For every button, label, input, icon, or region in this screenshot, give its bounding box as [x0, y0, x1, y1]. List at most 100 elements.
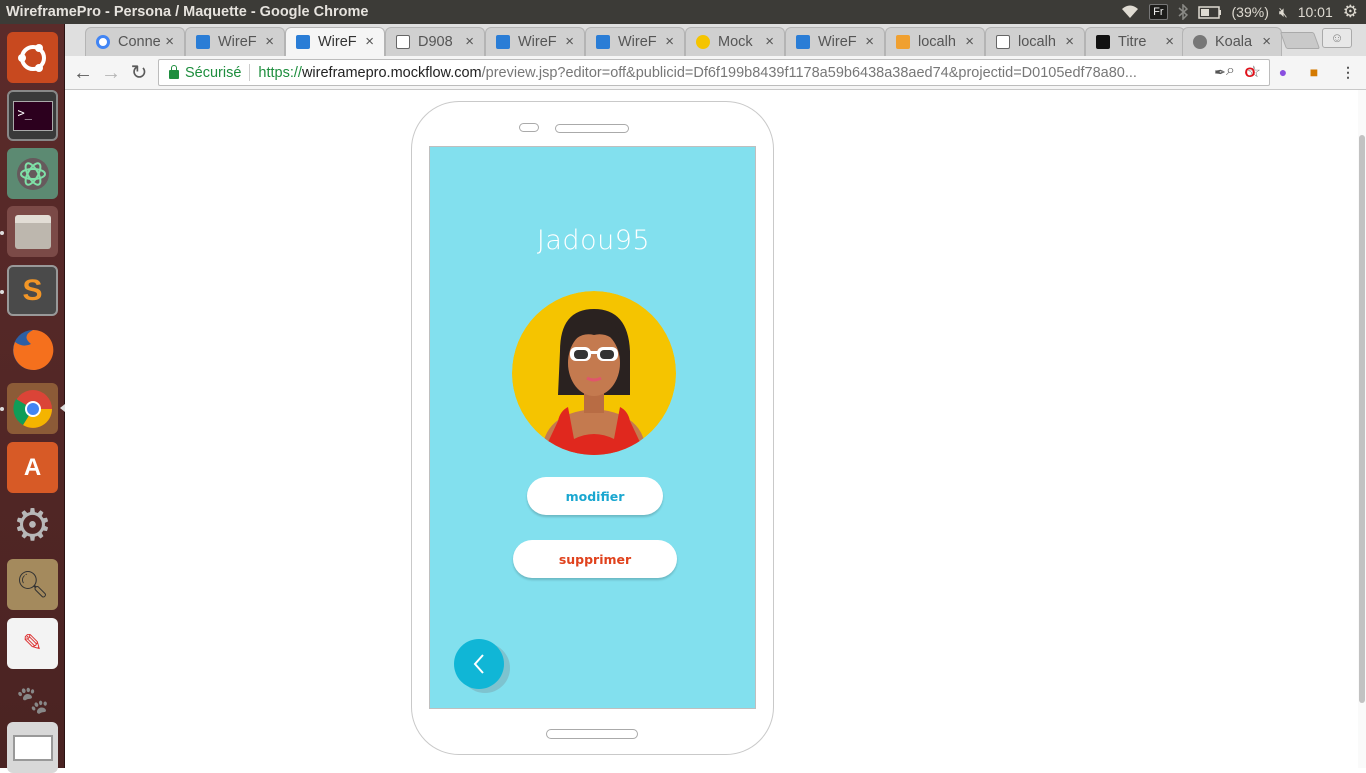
close-icon[interactable]: × [365, 33, 374, 50]
divider [249, 64, 251, 81]
tab-label: Titre [1118, 34, 1147, 50]
phone-home-button [546, 729, 638, 739]
extension-icon[interactable]: ● [1274, 63, 1292, 81]
tab-8[interactable]: localh × [885, 27, 985, 56]
tab-label: D908 [418, 34, 453, 50]
close-icon[interactable]: × [665, 33, 674, 50]
phone-screen: Jadou95 modifier supprimer [429, 146, 756, 709]
url-host: wireframepro.mockflow.com [301, 64, 482, 81]
scrollbar[interactable] [1358, 90, 1366, 768]
screenshot-icon[interactable] [7, 722, 58, 773]
close-icon[interactable]: × [765, 33, 774, 50]
image-viewer-icon[interactable]: 🔍︎ [7, 559, 58, 610]
address-bar[interactable]: Sécurisé https:// wireframepro.mockflow.… [158, 59, 1270, 86]
battery-icon[interactable] [1197, 5, 1222, 19]
top-panel: WireframePro - Persona / Maquette - Goog… [0, 0, 1366, 24]
system-settings-icon[interactable]: ⚙ [7, 500, 58, 551]
close-icon[interactable]: × [1262, 33, 1271, 50]
close-icon[interactable]: × [465, 33, 474, 50]
tab-1[interactable]: WireF × [185, 27, 285, 56]
running-indicator [0, 231, 4, 235]
volume-muted-icon[interactable]: 🔇︎ [1279, 4, 1288, 21]
url-scheme: https:// [258, 64, 302, 81]
forward-arrow-icon[interactable]: → [99, 61, 123, 85]
tab-label: Conne [118, 34, 161, 50]
tab-label: localh [1018, 34, 1056, 50]
software-center-icon[interactable]: A [7, 442, 58, 493]
keyboard-layout-indicator[interactable]: Fr [1149, 4, 1168, 20]
files-icon[interactable] [7, 206, 58, 257]
modify-button[interactable]: modifier [527, 477, 663, 515]
phone-camera [519, 123, 539, 132]
tab-3[interactable]: D908 × [385, 27, 485, 56]
chrome-icon[interactable] [7, 383, 58, 434]
page-content: Jadou95 modifier supprimer [65, 90, 1366, 768]
tab-7[interactable]: WireF × [785, 27, 885, 56]
eyedropper-icon[interactable]: ✒ [1211, 63, 1229, 81]
username: Jadou95 [536, 225, 651, 256]
window-title: WireframePro - Persona / Maquette - Goog… [6, 4, 369, 20]
terminal-icon[interactable]: >_ [7, 90, 58, 141]
tab-6[interactable]: Mock × [685, 27, 785, 56]
wireframepro-icon [796, 35, 810, 49]
tab-5[interactable]: WireF × [585, 27, 685, 56]
delete-button[interactable]: supprimer [513, 540, 677, 578]
atom-icon[interactable] [7, 148, 58, 199]
new-tab-button[interactable] [1279, 32, 1321, 49]
lock-icon [169, 65, 179, 79]
tab-11[interactable]: Koala × [1182, 27, 1282, 56]
close-icon[interactable]: × [265, 33, 274, 50]
document-viewer-icon[interactable]: ✎ [7, 618, 58, 669]
gear-icon[interactable]: ⚙ [1343, 2, 1358, 22]
sublime-text-icon[interactable]: S [7, 265, 58, 316]
avatar [512, 291, 676, 455]
back-arrow-icon[interactable]: ← [71, 61, 95, 85]
firefox-icon[interactable] [7, 324, 58, 375]
page-icon [396, 35, 410, 49]
battery-percent: (39%) [1231, 4, 1269, 20]
phpmyadmin-icon [896, 35, 910, 49]
browser-toolbar: ← → ↻ Sécurisé https:// wireframepro.moc… [65, 56, 1366, 90]
tab-label: WireF [218, 34, 257, 50]
tab-label: Koala [1215, 34, 1253, 50]
profile-icon[interactable]: ☺ [1322, 28, 1352, 48]
tab-2[interactable]: WireF × [285, 27, 385, 56]
tab-label: WireF [318, 34, 357, 50]
close-icon[interactable]: × [965, 33, 974, 50]
tab-label: WireF [818, 34, 857, 50]
chevron-left-icon [473, 654, 484, 674]
back-button[interactable] [454, 639, 504, 689]
clock[interactable]: 10:01 [1298, 4, 1333, 20]
gimp-icon[interactable]: 🐾︎ [7, 676, 58, 727]
tab-strip: Conne × WireF × WireF × D908 × WireF × W… [65, 24, 1366, 56]
wireframepro-icon [496, 35, 510, 49]
tab-label: WireF [618, 34, 657, 50]
wireframepro-icon [296, 35, 310, 49]
close-icon[interactable]: × [865, 33, 874, 50]
tab-0[interactable]: Conne × [85, 27, 185, 56]
tab-4[interactable]: WireF × [485, 27, 585, 56]
running-indicator [0, 290, 4, 294]
tab-9[interactable]: localh × [985, 27, 1085, 56]
close-icon[interactable]: × [165, 33, 174, 50]
phone-frame: Jadou95 modifier supprimer [411, 101, 774, 755]
bluetooth-icon[interactable] [1178, 4, 1188, 20]
close-icon[interactable]: × [1165, 33, 1174, 50]
tab-10[interactable]: Titre × [1085, 27, 1185, 56]
google-icon [96, 35, 110, 49]
opera-icon[interactable]: O [1241, 63, 1259, 81]
menu-icon[interactable]: ⋮ [1339, 63, 1357, 81]
koala-icon [1193, 35, 1207, 49]
reload-icon[interactable]: ↻ [127, 61, 151, 85]
scrollbar-thumb[interactable] [1359, 135, 1365, 703]
ubuntu-dash-icon[interactable] [7, 32, 58, 83]
close-icon[interactable]: × [1065, 33, 1074, 50]
secure-label: Sécurisé [185, 64, 242, 81]
wifi-icon[interactable] [1121, 5, 1139, 19]
launcher: >_ S A ⚙ 🔍︎ ✎ 🐾︎ [0, 24, 65, 773]
tab-label: WireF [518, 34, 557, 50]
close-icon[interactable]: × [565, 33, 574, 50]
extension-face-icon[interactable]: ■ [1305, 63, 1323, 81]
url-path: /preview.jsp?editor=off&publicid=Df6f199… [481, 64, 1137, 81]
page-icon [996, 35, 1010, 49]
